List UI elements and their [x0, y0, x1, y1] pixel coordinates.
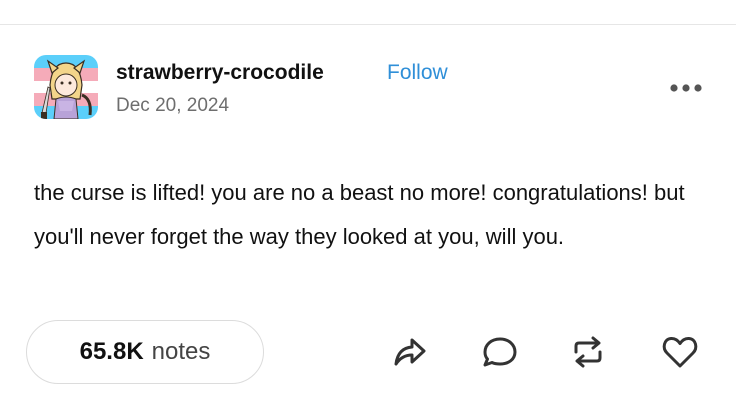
- username[interactable]: strawberry-crocodile: [116, 61, 324, 85]
- reblog-icon[interactable]: [568, 334, 608, 370]
- more-dots-icon[interactable]: [666, 81, 706, 95]
- post-date: Dec 20, 2024: [116, 95, 230, 116]
- post-header: strawberry-crocodile Follow Dec 20, 2024: [30, 55, 710, 125]
- like-icon[interactable]: [660, 334, 700, 370]
- reply-icon[interactable]: [480, 334, 520, 370]
- avatar[interactable]: [34, 55, 98, 119]
- post-body: the curse is lifted! you are no a beast …: [34, 171, 694, 259]
- follow-button[interactable]: Follow: [387, 61, 448, 85]
- notes-label: notes: [151, 338, 211, 365]
- share-icon[interactable]: [390, 334, 430, 370]
- notes-count: 65.8K: [79, 338, 144, 365]
- notes-button[interactable]: 65.8K notes: [26, 320, 264, 384]
- post-text: the curse is lifted! you are no a beast …: [34, 180, 685, 249]
- top-divider: [0, 24, 736, 25]
